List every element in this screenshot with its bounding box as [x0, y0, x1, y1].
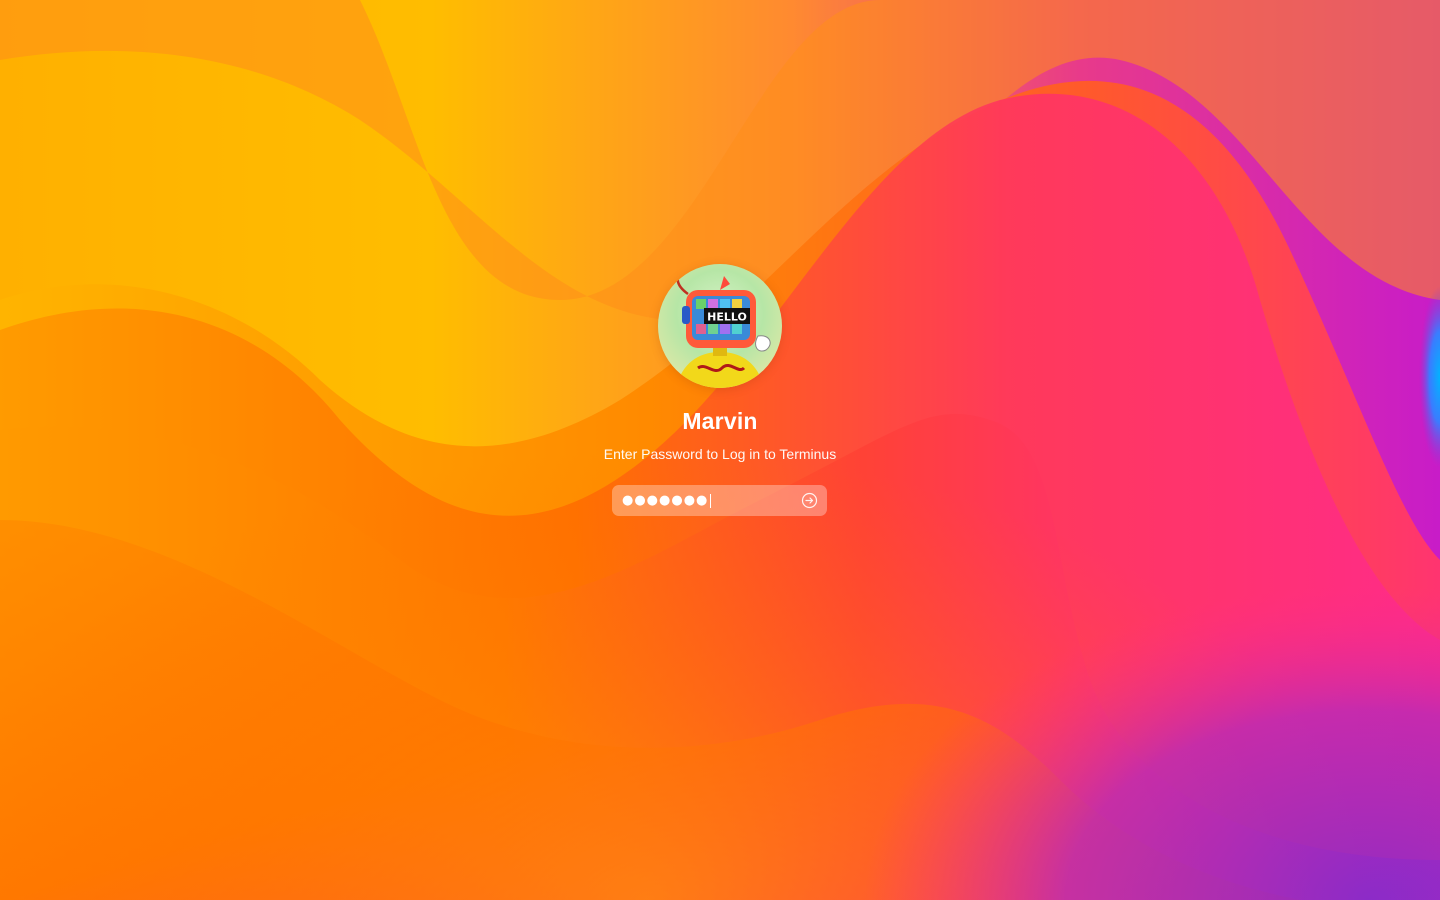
login-prompt: Enter Password to Log in to Terminus	[603, 446, 837, 462]
arrow-circle-right-icon[interactable]	[801, 492, 818, 509]
text-caret	[710, 493, 712, 508]
robot-avatar-icon: HELLO	[676, 270, 771, 388]
login-panel: HELLO Marvin Enter Password to Log in to…	[0, 0, 1440, 900]
password-value[interactable]: ●●●●●●●	[622, 485, 712, 516]
password-field[interactable]: ●●●●●●●	[612, 485, 827, 516]
user-avatar: HELLO	[658, 264, 782, 388]
lock-screen: HELLO Marvin Enter Password to Log in to…	[0, 0, 1440, 900]
username-label: Marvin	[682, 408, 758, 434]
avatar-badge-text: HELLO	[707, 311, 747, 324]
password-mask: ●●●●●●●	[622, 493, 709, 508]
